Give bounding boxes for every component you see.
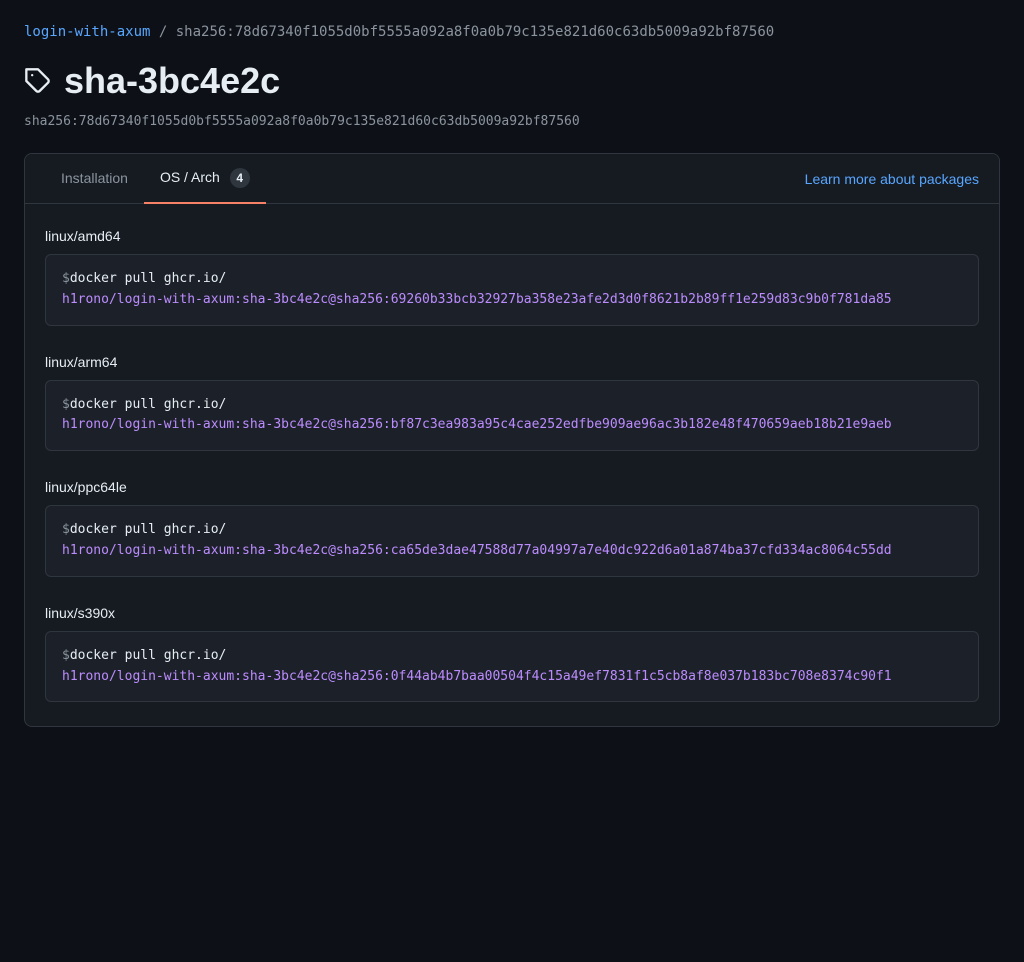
breadcrumb: login-with-axum / sha256:78d67340f1055d0… (24, 24, 1000, 40)
tag-icon (24, 67, 52, 95)
code-line: $ docker pull ghcr.io/h1rono/login-with-… (62, 395, 962, 437)
breadcrumb-separator: / (150, 24, 175, 40)
code-link-part[interactable]: h1rono/login-with-axum:sha-3bc4e2c@sha25… (62, 667, 892, 688)
tabs-body: linux/amd64 $ docker pull ghcr.io/h1rono/… (25, 204, 999, 726)
code-block: $ docker pull ghcr.io/h1rono/login-with-… (45, 254, 979, 326)
breadcrumb-current: sha256:78d67340f1055d0bf5555a092a8f0a0b7… (176, 24, 774, 40)
arch-label: linux/ppc64le (45, 479, 979, 495)
code-prompt: $ (62, 395, 70, 416)
arch-section: linux/arm64 $ docker pull ghcr.io/h1rono/… (45, 354, 979, 452)
tabs-container: Installation OS / Arch 4 Learn more abou… (24, 153, 1000, 727)
breadcrumb-link[interactable]: login-with-axum (24, 24, 150, 40)
page-title: sha-3bc4e2c (64, 60, 280, 102)
sha-subtitle: sha256:78d67340f1055d0bf5555a092a8f0a0b7… (24, 114, 1000, 129)
tab-os-arch-badge: 4 (230, 168, 250, 188)
code-block: $ docker pull ghcr.io/h1rono/login-with-… (45, 631, 979, 703)
code-prompt: $ (62, 520, 70, 541)
code-prompt: $ (62, 646, 70, 667)
tab-os-arch[interactable]: OS / Arch 4 (144, 154, 266, 204)
code-cmd-prefix: docker pull ghcr.io/ (70, 269, 227, 290)
learn-more-link[interactable]: Learn more about packages (805, 171, 979, 187)
tabs-right: Learn more about packages (805, 171, 979, 187)
code-link-part[interactable]: h1rono/login-with-axum:sha-3bc4e2c@sha25… (62, 415, 892, 436)
code-link-part[interactable]: h1rono/login-with-axum:sha-3bc4e2c@sha25… (62, 290, 892, 311)
tabs-left: Installation OS / Arch 4 (45, 154, 266, 203)
arch-label: linux/arm64 (45, 354, 979, 370)
arch-section: linux/ppc64le $ docker pull ghcr.io/h1ron… (45, 479, 979, 577)
arch-label: linux/s390x (45, 605, 979, 621)
arch-section: linux/amd64 $ docker pull ghcr.io/h1rono/… (45, 228, 979, 326)
arch-label: linux/amd64 (45, 228, 979, 244)
arch-section: linux/s390x $ docker pull ghcr.io/h1rono/… (45, 605, 979, 703)
arch-sections-container: linux/amd64 $ docker pull ghcr.io/h1rono/… (45, 228, 979, 702)
code-cmd-prefix: docker pull ghcr.io/ (70, 520, 227, 541)
code-line: $ docker pull ghcr.io/h1rono/login-with-… (62, 520, 962, 562)
code-block: $ docker pull ghcr.io/h1rono/login-with-… (45, 380, 979, 452)
code-line: $ docker pull ghcr.io/h1rono/login-with-… (62, 646, 962, 688)
code-block: $ docker pull ghcr.io/h1rono/login-with-… (45, 505, 979, 577)
page-title-area: sha-3bc4e2c (24, 60, 1000, 102)
code-line: $ docker pull ghcr.io/h1rono/login-with-… (62, 269, 962, 311)
tabs-header: Installation OS / Arch 4 Learn more abou… (25, 154, 999, 204)
code-link-part[interactable]: h1rono/login-with-axum:sha-3bc4e2c@sha25… (62, 541, 892, 562)
code-cmd-prefix: docker pull ghcr.io/ (70, 395, 227, 416)
code-prompt: $ (62, 269, 70, 290)
code-cmd-prefix: docker pull ghcr.io/ (70, 646, 227, 667)
tab-installation[interactable]: Installation (45, 156, 144, 202)
